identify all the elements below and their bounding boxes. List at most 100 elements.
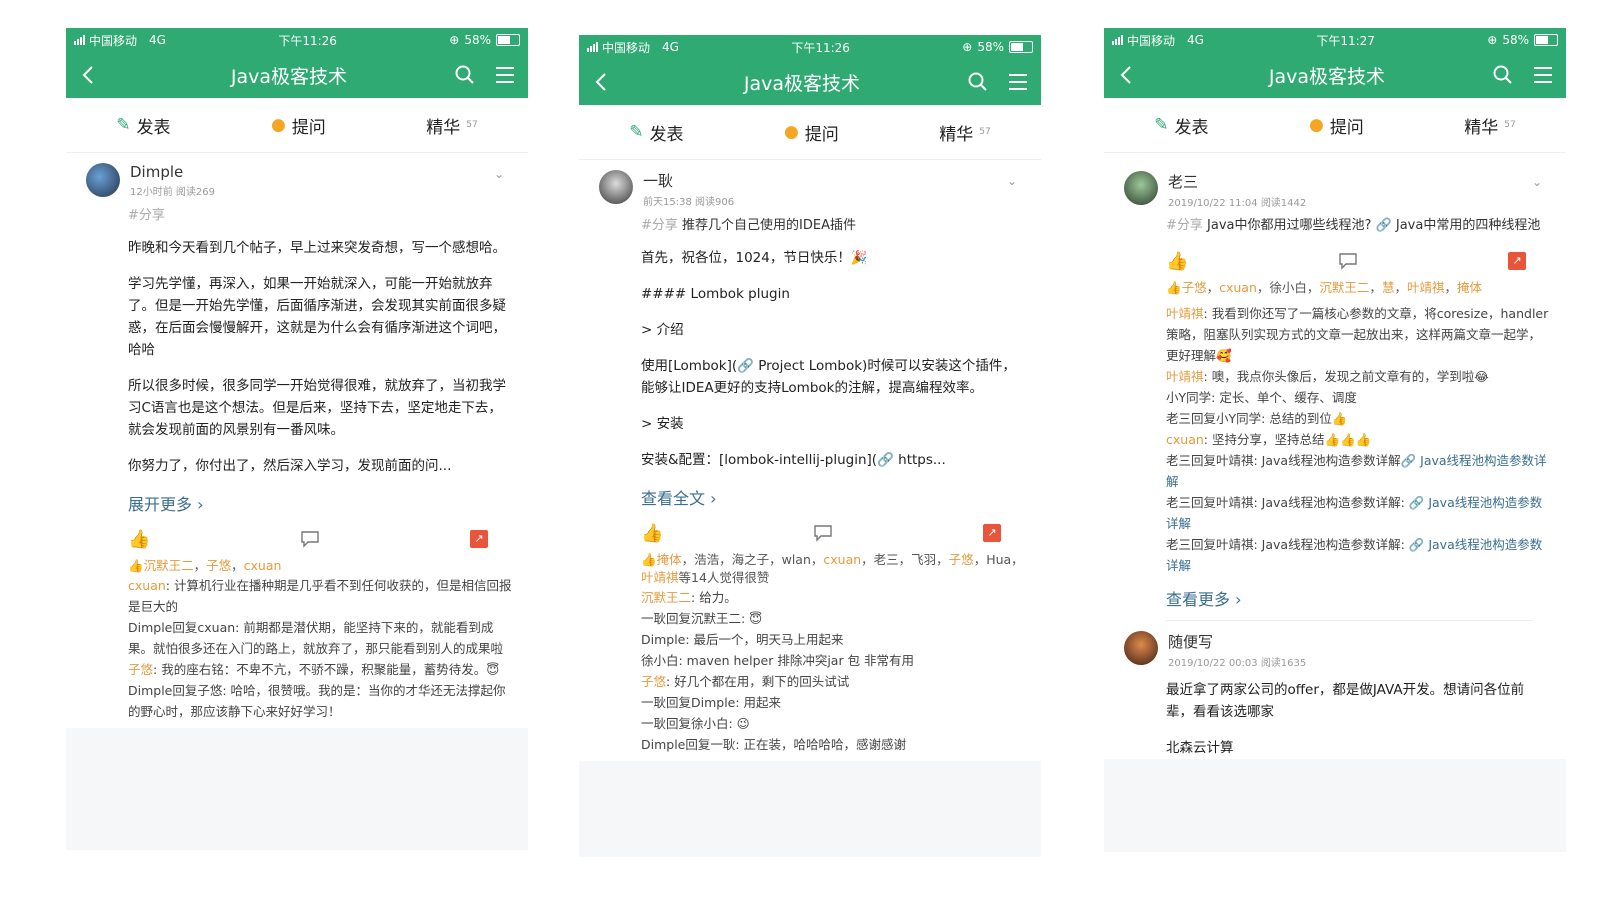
thumbs-up-icon[interactable]: 👍 xyxy=(641,523,663,544)
comment[interactable]: 老三回复叶靖祺: Java线程池构造参数详解: 🔗 Java线程池构造参数详解 xyxy=(1166,534,1550,576)
comment[interactable]: 徐小白: maven helper 排除冲突jar 包 非常有用 xyxy=(641,650,1025,671)
comment-text: 老三回复叶靖祺: Java线程池构造参数详解: xyxy=(1166,495,1409,510)
comment[interactable]: 叶靖祺: 噢，我点你头像后，发现之前文章有的，学到啦😂 xyxy=(1166,366,1550,387)
commenter-name[interactable]: 叶靖祺 xyxy=(1166,306,1204,321)
chevron-down-icon[interactable]: ⌄ xyxy=(1007,174,1017,188)
liker-name[interactable]: 叶靖祺 xyxy=(641,570,679,585)
comment[interactable]: Dimple回复cxuan: 前期都是潜伏期，能坚持下来的，就能看到成果。就怕很… xyxy=(128,617,512,659)
liker-name[interactable]: cxuan xyxy=(1219,280,1257,295)
nav-bar: Java极客技术 xyxy=(579,59,1041,105)
comment[interactable]: cxuan: 坚持分享，坚持总结👍👍👍 xyxy=(1166,429,1550,450)
author-name[interactable]: 随便写 xyxy=(1168,631,1306,652)
comment[interactable]: 一耿回复沉默王二: 😇 xyxy=(641,608,1025,629)
expand-more-link[interactable]: 展开更多 › xyxy=(128,491,512,515)
back-icon[interactable] xyxy=(591,71,613,93)
post-card: 一耿 前天15:38 阅读906 ⌄ #分享 推荐几个自己使用的IDEA插件 首… xyxy=(579,160,1041,761)
avatar[interactable] xyxy=(599,170,633,204)
liker-name[interactable]: cxuan xyxy=(823,552,861,567)
tab-post[interactable]: ✎ 发表 xyxy=(116,113,170,138)
liker-name[interactable]: 叶靖祺 xyxy=(1407,280,1445,295)
action-row: 👍 ↗ xyxy=(128,521,512,557)
comment[interactable]: Dimple回复子悠: 哈哈，很赞哦。我的是：当你的才华还无法撑起你的野心时，那… xyxy=(128,680,512,722)
comment-text: Dimple回复cxuan: 前期都是潜伏期，能坚持下来的，就能看到成果。就怕很… xyxy=(128,620,504,656)
comment[interactable]: cxuan: 计算机行业在播种期是几乎看不到任何收获的，但是相信回报是巨大的 xyxy=(128,575,512,617)
comment-text: 一耿回复沉默王二: 😇 xyxy=(641,611,763,626)
share-icon[interactable]: ↗ xyxy=(982,524,1001,542)
author-name[interactable]: 一耿 xyxy=(643,170,734,191)
tab-post[interactable]: ✎ 发表 xyxy=(1154,113,1208,138)
network: 4G xyxy=(149,33,166,47)
paragraph: 安装&配置：[lombok-intellij-plugin](🔗 https..… xyxy=(641,452,946,468)
thumbs-up-icon[interactable]: 👍 xyxy=(1166,251,1188,272)
tab-ask[interactable]: ● 提问 xyxy=(271,113,326,138)
commenter-name[interactable]: cxuan xyxy=(128,578,166,593)
comment[interactable]: 老三回复小Y同学: 总结的到位👍 xyxy=(1166,408,1550,429)
comment[interactable]: 子悠: 我的座右铭：不卑不亢，不骄不躁，积聚能量，蓄势待发。😇 xyxy=(128,659,512,680)
liker-name[interactable]: 子悠 xyxy=(949,552,974,567)
comment[interactable]: 老三回复叶靖祺: Java线程池构造参数详解🔗 Java线程池构造参数详解 xyxy=(1166,450,1550,492)
liker-name[interactable]: 子悠 xyxy=(1182,280,1207,295)
view-more-link[interactable]: 查看更多 › xyxy=(1166,586,1550,610)
author-name[interactable]: 老三 xyxy=(1168,171,1306,192)
share-icon[interactable]: ↗ xyxy=(469,530,488,548)
tab-featured[interactable]: 精华 57 xyxy=(939,120,990,145)
liker-name[interactable]: 掩体 xyxy=(1457,280,1482,295)
post-title: 推荐几个自己使用的IDEA插件 xyxy=(682,218,856,233)
comment[interactable]: 叶靖祺: 我看到你还写了一篇核心参数的文章，将coresize，handler … xyxy=(1166,303,1550,366)
thumbs-up-icon[interactable]: 👍 xyxy=(128,529,150,550)
comment[interactable]: 子悠: 好几个都在用，剩下的回头试试 xyxy=(641,671,1025,692)
avatar[interactable] xyxy=(86,163,120,197)
liker-separator: ， xyxy=(1369,280,1382,295)
liker-name[interactable]: 沉默王二 xyxy=(144,558,194,573)
battery-icon xyxy=(1534,34,1558,46)
avatar[interactable] xyxy=(1124,631,1158,665)
phone-screen-2: 中国移动 4G 下午11:26 ⊕ 58% Java极客技术 ✎ 发表 ● 提问 精… xyxy=(579,35,1041,857)
comment[interactable]: Dimple回复一耿: 正在装，哈哈哈哈，感谢感谢 xyxy=(641,734,1025,755)
share-icon[interactable]: ↗ xyxy=(1507,252,1526,270)
tab-featured[interactable]: 精华 57 xyxy=(1464,113,1515,138)
view-full-link[interactable]: 查看全文 › xyxy=(641,485,1025,509)
comment[interactable]: 一耿回复徐小白: 😉 xyxy=(641,713,1025,734)
menu-icon[interactable] xyxy=(1532,64,1554,86)
comment-text: 老三回复叶靖祺: Java线程池构造参数详解 xyxy=(1166,453,1401,468)
liker-name[interactable]: 慧 xyxy=(1382,280,1395,295)
liker-name[interactable]: cxuan xyxy=(244,558,282,573)
commenter-name[interactable]: cxuan xyxy=(1166,432,1204,447)
liker-name[interactable]: 沉默王二 xyxy=(1319,280,1369,295)
chevron-down-icon[interactable]: ⌄ xyxy=(1532,175,1542,189)
liker-name[interactable]: 掩体 xyxy=(657,552,682,567)
comment-icon[interactable] xyxy=(1338,252,1358,270)
likes-list: 👍掩体，浩浩，海之子，wlan，cxuan，老三，飞羽，子悠，Hua， 叶靖祺等1… xyxy=(641,551,1025,587)
tab-ask[interactable]: ● 提问 xyxy=(1309,113,1364,138)
comment-text: : 噢，我点你头像后，发现之前文章有的，学到啦😂 xyxy=(1203,369,1489,384)
comment-icon[interactable] xyxy=(300,530,320,548)
chevron-down-icon[interactable]: ⌄ xyxy=(494,167,504,181)
comments-list: 沉默王二: 给力。一耿回复沉默王二: 😇 Dimple: 最后一个，明天马上用起来… xyxy=(641,587,1025,761)
tab-post[interactable]: ✎ 发表 xyxy=(629,120,683,145)
liker-name[interactable]: 子悠 xyxy=(206,558,231,573)
search-icon[interactable] xyxy=(454,64,476,86)
menu-icon[interactable] xyxy=(494,64,516,86)
search-icon[interactable] xyxy=(967,71,989,93)
avatar[interactable] xyxy=(1124,171,1158,205)
comment-icon[interactable] xyxy=(813,524,833,542)
comment[interactable]: Dimple: 最后一个，明天马上用起来 xyxy=(641,629,1025,650)
comment[interactable]: 沉默王二: 给力。 xyxy=(641,587,1025,608)
tab-featured[interactable]: 精华 57 xyxy=(426,113,477,138)
rotation-lock-icon: ⊕ xyxy=(962,40,973,54)
status-bar: 中国移动 4G 下午11:27 ⊕ 58% xyxy=(1104,28,1566,52)
featured-count: 57 xyxy=(466,120,478,130)
author-name[interactable]: Dimple xyxy=(130,163,215,181)
commenter-name[interactable]: 沉默王二 xyxy=(641,590,691,605)
comment[interactable]: 一耿回复Dimple: 用起来 xyxy=(641,692,1025,713)
search-icon[interactable] xyxy=(1492,64,1514,86)
comment[interactable]: 小Y同学: 定长、单个、缓存、调度 xyxy=(1166,387,1550,408)
comment[interactable]: 老三回复叶靖祺: Java线程池构造参数详解: 🔗 Java线程池构造参数详解 xyxy=(1166,492,1550,534)
menu-icon[interactable] xyxy=(1007,71,1029,93)
back-icon[interactable] xyxy=(78,64,100,86)
tab-ask[interactable]: ● 提问 xyxy=(784,120,839,145)
back-icon[interactable] xyxy=(1116,64,1138,86)
commenter-name[interactable]: 子悠 xyxy=(641,674,666,689)
commenter-name[interactable]: 叶靖祺 xyxy=(1166,369,1204,384)
commenter-name[interactable]: 子悠 xyxy=(128,662,153,677)
